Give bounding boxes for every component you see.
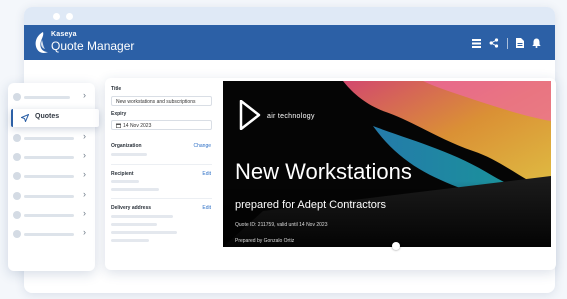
share-icon[interactable] <box>489 38 499 48</box>
brand-product-name: Quote Manager <box>51 39 135 53</box>
recipient-placeholder <box>111 180 139 183</box>
brand-logo[interactable]: Kaseya Quote Manager <box>33 27 153 59</box>
resize-handle[interactable] <box>392 242 400 250</box>
quote-details-form: Title New workstations and subscriptions… <box>105 78 217 270</box>
address-placeholder <box>111 223 157 226</box>
sidebar-item-placeholder <box>24 195 74 198</box>
sidebar-item-placeholder <box>24 156 74 159</box>
toolbar-separator <box>507 37 508 49</box>
cover-title: New Workstations <box>235 159 412 184</box>
sidebar-item-quotes[interactable]: Quotes <box>11 109 99 127</box>
window-dot <box>53 13 60 20</box>
sidebar-item-label: Quotes <box>35 113 60 120</box>
title-label: Title <box>111 86 122 92</box>
recipient-edit-link[interactable]: Edit <box>202 171 211 177</box>
sidebar-item-placeholder <box>24 175 74 178</box>
delivery-address-label: Delivery address <box>111 205 152 211</box>
organization-label: Organization <box>111 143 142 149</box>
window-titlebar <box>24 7 555 25</box>
sidebar-item[interactable]: › <box>8 167 95 185</box>
section-divider <box>111 198 212 199</box>
address-placeholder <box>111 239 149 242</box>
sidebar-item-icon <box>13 192 21 200</box>
expiry-value: 14 Nov 2023 <box>123 123 152 129</box>
header-toolbar <box>472 37 541 49</box>
sidebar-item[interactable]: › <box>8 187 95 205</box>
sidebar-item-icon <box>13 153 21 161</box>
chevron-right-icon: › <box>83 150 86 160</box>
organization-placeholder <box>111 153 147 156</box>
address-placeholder <box>111 231 177 234</box>
kaseya-logo-icon <box>35 32 48 53</box>
title-input[interactable]: New workstations and subscriptions <box>111 96 212 106</box>
sidebar-item-icon <box>13 230 21 238</box>
expiry-label: Expiry <box>111 111 127 117</box>
sidebar-item[interactable]: › <box>8 148 95 166</box>
sidebar-item-icon <box>13 211 21 219</box>
bell-icon[interactable] <box>532 38 541 48</box>
list-icon[interactable] <box>472 38 481 48</box>
brand-company: Kaseya <box>51 31 77 38</box>
recipient-placeholder <box>111 188 159 191</box>
delivery-address-edit-link[interactable]: Edit <box>202 205 211 211</box>
chevron-right-icon: › <box>83 189 86 199</box>
sidebar-item-placeholder <box>24 214 74 217</box>
window-dot <box>66 13 73 20</box>
app-header: Kaseya Quote Manager <box>24 25 555 60</box>
chevron-right-icon: › <box>83 227 86 237</box>
organization-change-link[interactable]: Change <box>193 143 211 149</box>
sidebar-item-placeholder <box>24 233 74 236</box>
chevron-right-icon: › <box>83 131 86 141</box>
calendar-icon <box>116 123 121 128</box>
stage: Kaseya Quote Manager › › › › › › › Quote… <box>0 0 567 299</box>
section-divider <box>111 164 212 165</box>
cover-subtitle: prepared for Adept Contractors <box>235 199 387 211</box>
chevron-right-icon: › <box>83 169 86 179</box>
sidebar-item[interactable]: › <box>8 206 95 224</box>
quote-editor-card: Title New workstations and subscriptions… <box>105 78 556 270</box>
sidebar-item-icon <box>13 134 21 142</box>
sidebar-item[interactable]: › <box>8 225 95 243</box>
sidebar-item[interactable]: › <box>8 129 95 147</box>
chevron-right-icon: › <box>83 90 86 100</box>
chevron-right-icon: › <box>83 208 86 218</box>
proposal-cover-preview[interactable]: air technology New Workstations prepared… <box>223 81 551 247</box>
sidebar-item-icon <box>13 93 21 101</box>
sidebar-item-placeholder <box>24 137 74 140</box>
address-placeholder <box>111 215 173 218</box>
sidebar-item-placeholder <box>24 96 70 99</box>
recipient-label: Recipient <box>111 171 134 177</box>
cover-prepared-by: Prepared by Gonzalo Ortiz <box>235 238 295 244</box>
cover-quote-meta: Quote ID: 211759, valid until 14 Nov 202… <box>235 222 328 228</box>
air-technology-logo-icon <box>239 100 261 130</box>
send-icon <box>21 114 29 122</box>
sidebar-item[interactable]: › <box>8 88 95 106</box>
sidebar: › › › › › › › Quotes <box>8 83 99 271</box>
cover-brand-name: air technology <box>267 113 315 120</box>
document-icon[interactable] <box>516 38 524 48</box>
sidebar-item-icon <box>13 172 21 180</box>
expiry-date-input[interactable]: 14 Nov 2023 <box>111 120 212 130</box>
